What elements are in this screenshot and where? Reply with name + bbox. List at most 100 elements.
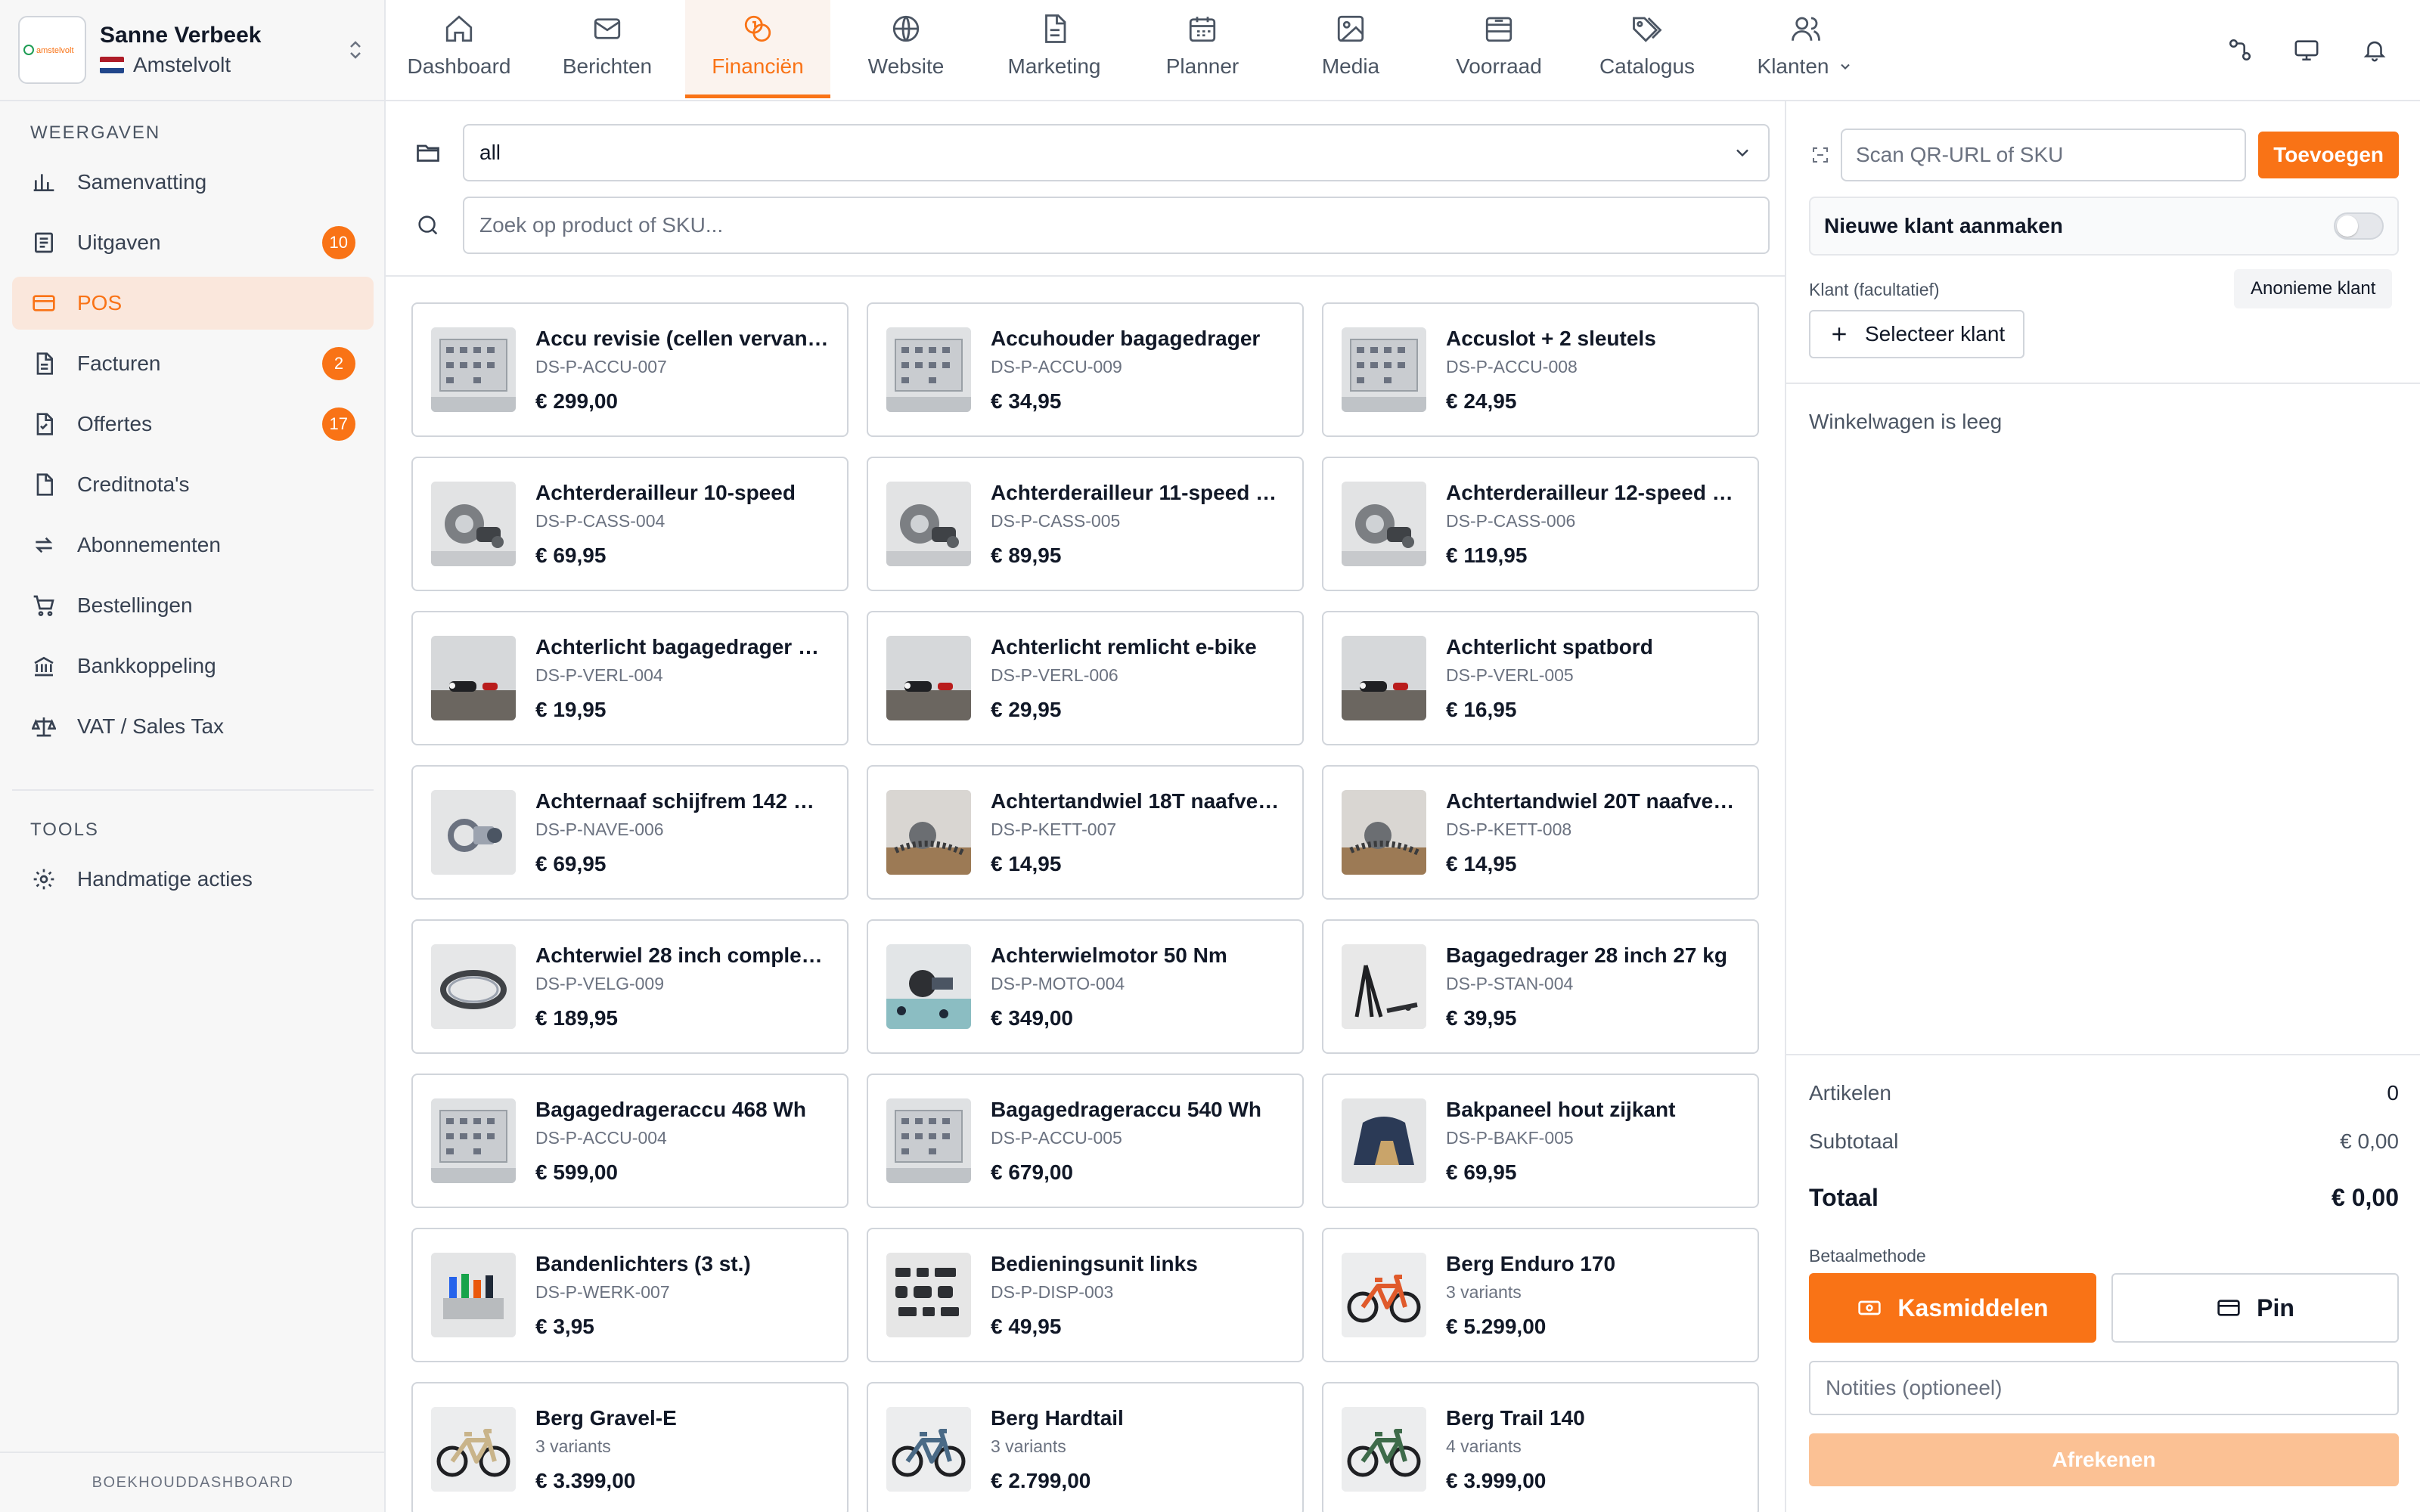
- product-name: Accuslot + 2 sleutels: [1446, 326, 1656, 350]
- tab-dashboard[interactable]: Dashboard: [386, 0, 532, 98]
- coins-icon: [740, 11, 776, 47]
- tab-planner[interactable]: Planner: [1130, 0, 1275, 98]
- product-price: € 119,95: [1446, 543, 1528, 567]
- product-image: [1342, 790, 1426, 875]
- home-icon: [441, 11, 477, 47]
- product-price: € 299,00: [535, 389, 618, 413]
- sidebar-item-subscriptions[interactable]: Abonnementen: [12, 519, 374, 572]
- product-price: € 16,95: [1446, 697, 1517, 721]
- product-price: € 14,95: [991, 851, 1062, 875]
- product-price: € 34,95: [991, 389, 1062, 413]
- product-card[interactable]: Achtertandwiel 18T naafvers... DS-P-KETT-…: [867, 765, 1304, 900]
- product-card[interactable]: Berg Enduro 170 3 variants € 5.299,00: [1322, 1228, 1759, 1362]
- product-card[interactable]: Accuslot + 2 sleutels DS-P-ACCU-008 € 24,9…: [1322, 302, 1759, 437]
- product-card[interactable]: Achterlicht remlicht e-bike DS-P-VERL-006…: [867, 611, 1304, 745]
- tab-messages[interactable]: Berichten: [535, 0, 680, 98]
- product-card[interactable]: Bagagedrageraccu 540 Wh DS-P-ACCU-005 € 67…: [867, 1074, 1304, 1208]
- new-customer-toggle[interactable]: [2334, 212, 2384, 240]
- sidebar-item-manual-actions[interactable]: Handmatige acties: [12, 853, 374, 906]
- invoices-count-badge: 2: [322, 347, 355, 380]
- product-image: [1342, 482, 1426, 566]
- product-image: [431, 327, 516, 412]
- product-card[interactable]: Achterlicht spatbord DS-P-VERL-005 € 16,95: [1322, 611, 1759, 745]
- tab-catalog[interactable]: Catalogus: [1575, 0, 1720, 98]
- tab-media[interactable]: Media: [1278, 0, 1423, 98]
- product-card[interactable]: Achternaaf schijfrem 142 mm DS-P-NAVE-006…: [411, 765, 849, 900]
- product-card[interactable]: Bedieningsunit links DS-P-DISP-003 € 49,95: [867, 1228, 1304, 1362]
- anonymous-customer-button[interactable]: Anonieme klant: [2234, 269, 2393, 308]
- sidebar-item-orders[interactable]: Bestellingen: [12, 579, 374, 632]
- select-customer-button[interactable]: Selecteer klant: [1809, 310, 2025, 358]
- product-sku: DS-P-DISP-003: [991, 1281, 1114, 1302]
- tab-website[interactable]: Website: [833, 0, 979, 98]
- tab-inventory[interactable]: Voorraad: [1426, 0, 1571, 98]
- product-sku: DS-P-ACCU-005: [991, 1127, 1122, 1148]
- workflow-icon[interactable]: [2223, 33, 2257, 67]
- scan-sku-input[interactable]: Scan QR-URL of SKU: [1841, 129, 2247, 181]
- product-card[interactable]: Berg Trail 140 4 variants € 3.999,00: [1322, 1382, 1759, 1512]
- company-logo: amstelvolt: [18, 16, 86, 84]
- sidebar-item-summary[interactable]: Samenvatting: [12, 156, 374, 209]
- tab-finance[interactable]: Financiën: [685, 0, 830, 98]
- product-image: [1342, 1098, 1426, 1183]
- monitor-icon[interactable]: [2290, 33, 2323, 67]
- product-card[interactable]: Achterderailleur 12-speed e-... DS-P-CASS…: [1322, 457, 1759, 591]
- product-sku: DS-P-STAN-004: [1446, 973, 1574, 993]
- product-name: Achterwielmotor 50 Nm: [991, 943, 1227, 967]
- sidebar-item-pos[interactable]: POS: [12, 277, 374, 330]
- product-card[interactable]: Berg Hardtail 3 variants € 2.799,00: [867, 1382, 1304, 1512]
- sidebar-item-credit-notes[interactable]: Creditnota's: [12, 458, 374, 511]
- receipt-icon: [30, 229, 57, 256]
- bell-icon[interactable]: [2358, 33, 2391, 67]
- add-button[interactable]: Toevoegen: [2258, 132, 2399, 178]
- banknote-icon: [1857, 1295, 1882, 1321]
- cash-payment-button[interactable]: Kasmiddelen: [1809, 1273, 2096, 1343]
- expenses-count-badge: 10: [321, 226, 355, 259]
- product-card[interactable]: Bagagedrageraccu 468 Wh DS-P-ACCU-004 € 59…: [411, 1074, 849, 1208]
- product-price: € 49,95: [991, 1314, 1062, 1338]
- product-card[interactable]: Achterderailleur 11-speed e-... DS-P-CASS…: [867, 457, 1304, 591]
- product-sku: DS-P-CASS-005: [991, 510, 1121, 531]
- product-card[interactable]: Achterlicht bagagedrager 50... DS-P-VERL-…: [411, 611, 849, 745]
- product-price: € 2.799,00: [991, 1468, 1091, 1492]
- product-card[interactable]: Accuhouder bagagedrager DS-P-ACCU-009 € 34…: [867, 302, 1304, 437]
- product-card[interactable]: Achterwiel 28 inch compleet... DS-P-VELG-…: [411, 919, 849, 1054]
- chevron-down-icon: [1836, 57, 1854, 76]
- account-switcher[interactable]: amstelvolt Sanne Verbeek Amstelvolt: [0, 0, 386, 101]
- chevron-up-down-icon[interactable]: [343, 38, 368, 62]
- notes-input[interactable]: Notities (optioneel): [1809, 1361, 2399, 1415]
- product-card[interactable]: Bagagedrager 28 inch 27 kg DS-P-STAN-004 €…: [1322, 919, 1759, 1054]
- sidebar-item-invoices[interactable]: Facturen 2: [12, 337, 374, 390]
- product-sku: 3 variants: [991, 1436, 1066, 1456]
- product-card[interactable]: Bandenlichters (3 st.) DS-P-WERK-007 € 3,9…: [411, 1228, 849, 1362]
- product-card[interactable]: Berg Gravel-E 3 variants € 3.399,00: [411, 1382, 849, 1512]
- tab-marketing[interactable]: Marketing: [982, 0, 1127, 98]
- mail-icon: [589, 11, 625, 47]
- pin-payment-button[interactable]: Pin: [2111, 1273, 2399, 1343]
- product-card[interactable]: Bakpaneel hout zijkant DS-P-BAKF-005 € 69,…: [1322, 1074, 1759, 1208]
- product-card[interactable]: Accu revisie (cellen vervange... DS-P-ACC…: [411, 302, 849, 437]
- product-name: Achterderailleur 10-speed: [535, 480, 796, 504]
- product-search-input[interactable]: Zoek op product of SKU...: [463, 197, 1770, 254]
- product-card[interactable]: Achtertandwiel 20T naafvers... DS-P-KETT-…: [1322, 765, 1759, 900]
- sidebar-item-expenses[interactable]: Uitgaven 10: [12, 216, 374, 269]
- category-select[interactable]: all: [463, 124, 1770, 181]
- product-card[interactable]: Achterwielmotor 50 Nm DS-P-MOTO-004 € 349,…: [867, 919, 1304, 1054]
- sidebar-divider: [12, 789, 374, 791]
- product-name: Achterlicht spatbord: [1446, 634, 1653, 658]
- sidebar-item-quotes[interactable]: Offertes 17: [12, 398, 374, 451]
- product-image: [886, 636, 971, 720]
- product-sku: DS-P-CASS-006: [1446, 510, 1576, 531]
- gear-icon: [30, 866, 57, 893]
- sidebar-item-bank-connection[interactable]: Bankkoppeling: [12, 640, 374, 692]
- checkout-button[interactable]: Afrekenen: [1809, 1433, 2399, 1486]
- product-image: [431, 636, 516, 720]
- sidebar-footer-label[interactable]: BOEKHOUDDASHBOARD: [0, 1452, 386, 1512]
- subtotal-value: € 0,00: [2340, 1129, 2399, 1153]
- product-card[interactable]: Achterderailleur 10-speed DS-P-CASS-004 € …: [411, 457, 849, 591]
- cart-icon: [30, 592, 57, 619]
- tab-customers[interactable]: Klanten: [1723, 0, 1889, 98]
- section-label-views: WEERGAVEN: [30, 122, 161, 143]
- product-name: Bagagedrageraccu 540 Wh: [991, 1097, 1261, 1121]
- sidebar-item-vat[interactable]: VAT / Sales Tax: [12, 700, 374, 753]
